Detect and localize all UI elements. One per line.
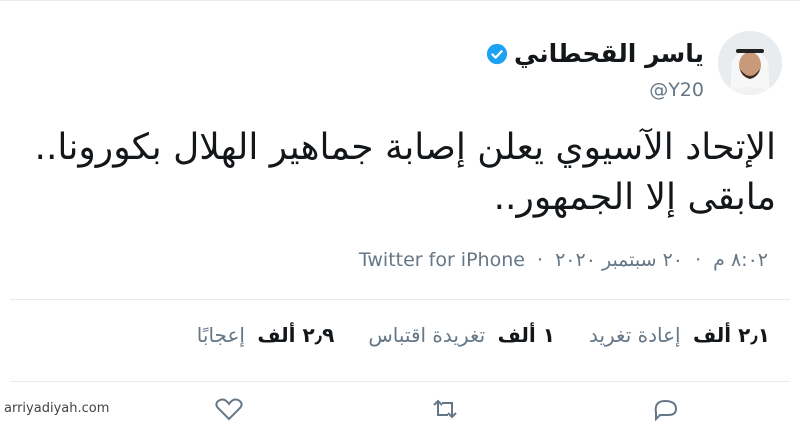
tweet-time[interactable]: ٨:٠٢ م	[713, 249, 768, 271]
display-name[interactable]: ياسر القحطاني	[514, 39, 704, 68]
retweets-stat[interactable]: ٢٫١ ألف إعادة تغريد	[589, 323, 770, 347]
likes-label: إعجابًا	[196, 323, 245, 347]
tweet-source[interactable]: Twitter for iPhone	[359, 249, 525, 271]
tweet-metadata: ٨:٠٢ م · ٢٠ سبتمبر ٢٠٢٠ · Twitter for iP…	[359, 249, 768, 271]
tweet-actions	[0, 397, 800, 422]
retweets-count: ٢٫١ ألف	[692, 323, 770, 347]
likes-stat[interactable]: ٢٫٩ ألف إعجابًا	[197, 323, 335, 347]
likes-count: ٢٫٩ ألف	[257, 323, 335, 347]
avatar[interactable]	[718, 31, 782, 95]
tweet-stats: ٢٫١ ألف إعادة تغريد ١ ألف تغريدة اقتباس …	[197, 323, 770, 347]
watermark: arriyadiyah.com	[4, 401, 110, 416]
quotes-count: ١ ألف	[497, 323, 555, 347]
tweet-text-line: مابقى إلا الجمهور..	[493, 177, 776, 218]
tweet-text-line: الإتحاد الآسيوي يعلن إصابة جماهير الهلال…	[34, 127, 776, 168]
quotes-stat[interactable]: ١ ألف تغريدة اقتباس	[368, 323, 555, 347]
author-row: ياسر القحطاني	[486, 39, 704, 68]
handle[interactable]: @Y20	[649, 79, 704, 101]
divider	[10, 381, 790, 382]
divider	[10, 299, 790, 300]
tweet-text: الإتحاد الآسيوي يعلن إصابة جماهير الهلال…	[16, 123, 776, 223]
quotes-label: تغريدة اقتباس	[368, 323, 486, 347]
meta-separator: ·	[537, 249, 544, 271]
retweet-icon[interactable]	[428, 397, 462, 421]
retweets-label: إعادة تغريد	[588, 323, 681, 347]
verified-badge-icon	[486, 43, 508, 65]
tweet-card: ياسر القحطاني @Y20 الإتحاد الآسيوي يعلن …	[0, 0, 800, 422]
reply-icon[interactable]	[648, 397, 682, 422]
meta-separator: ·	[695, 249, 702, 271]
tweet-date[interactable]: ٢٠ سبتمبر ٢٠٢٠	[555, 249, 683, 271]
like-icon[interactable]	[212, 397, 246, 421]
